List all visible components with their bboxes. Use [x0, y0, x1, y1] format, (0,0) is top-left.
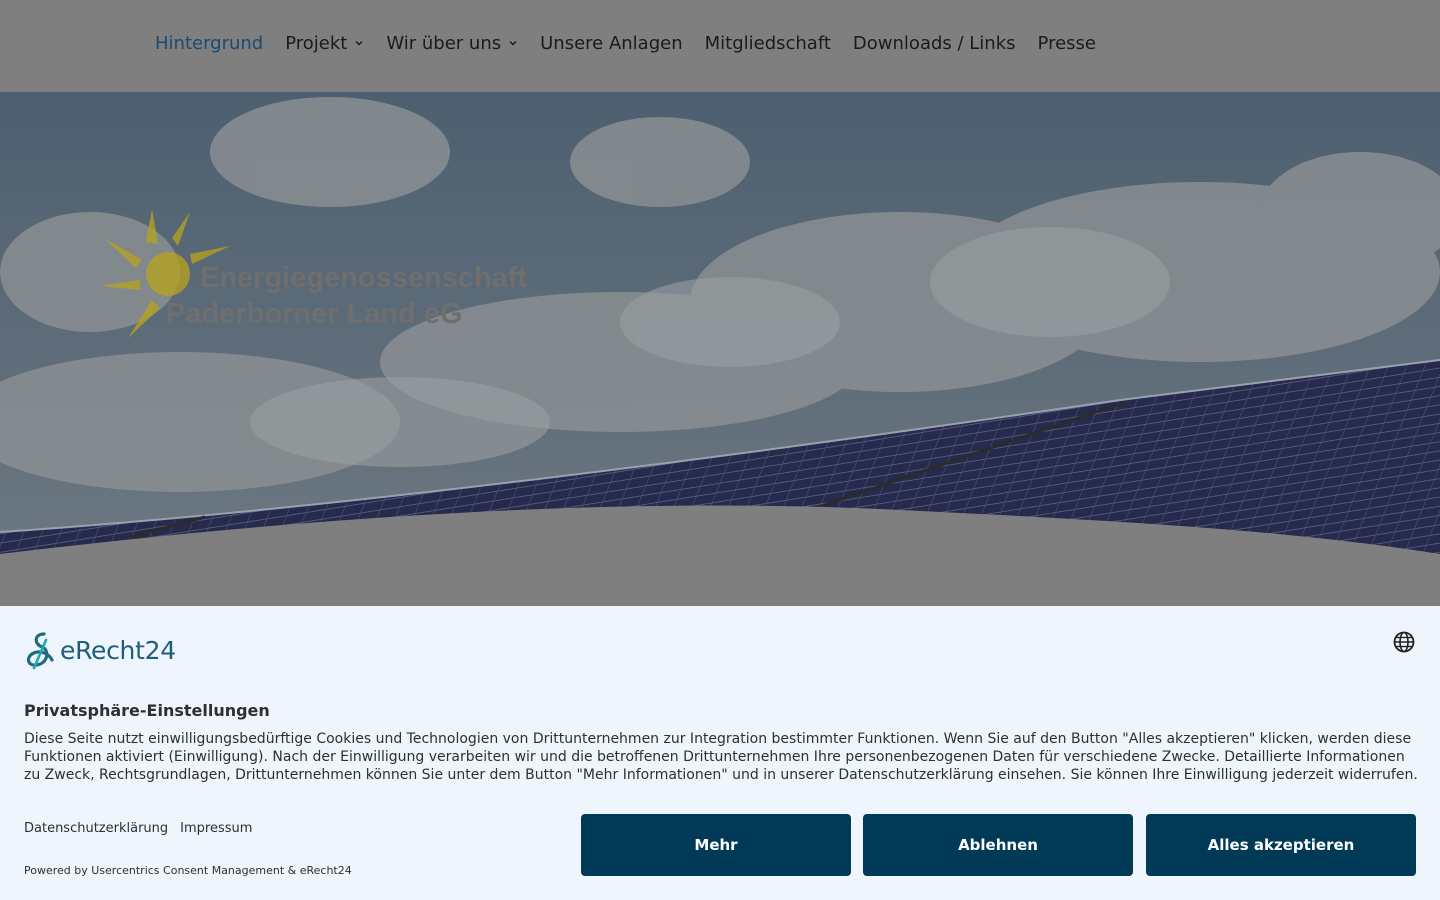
hero-banner: Energiegenossenschaft Paderborner Land e…: [0, 92, 1440, 606]
hero-background-image: [0, 92, 1440, 606]
site-logo[interactable]: Energiegenossenschaft Paderborner Land e…: [100, 204, 550, 344]
nav-item-label: Downloads / Links: [852, 32, 1016, 54]
logo-name-line2: Paderborner Land eG: [166, 298, 463, 330]
consent-title: Privatsphäre-Einstellungen: [24, 701, 270, 720]
imprint-link[interactable]: Impressum: [180, 821, 252, 836]
globe-icon[interactable]: [1393, 631, 1415, 653]
nav-item-wir-ueber-uns[interactable]: Wir über uns: [386, 33, 518, 54]
nav-item-hintergrund[interactable]: Hintergrund: [155, 33, 263, 54]
privacy-policy-link[interactable]: Datenschutzerklärung: [24, 821, 168, 836]
powered-by-text: Powered by Usercentrics Consent Manageme…: [24, 864, 352, 877]
chevron-down-icon: [509, 40, 517, 46]
deny-button[interactable]: Ablehnen: [863, 814, 1133, 876]
consent-description: Diese Seite nutzt einwilligungsbedürftig…: [24, 731, 1418, 783]
erecht24-brand: eRecht24: [24, 630, 176, 670]
consent-links: Datenschutzerklärung Impressum: [24, 821, 264, 836]
nav-item-mitgliedschaft[interactable]: Mitgliedschaft: [705, 33, 831, 54]
nav-item-label: Unsere Anlagen: [540, 32, 683, 54]
nav-item-label: Wir über uns: [386, 32, 502, 54]
logo-name-line1: Energiegenossenschaft: [200, 262, 528, 294]
main-nav: Hintergrund Projekt Wir über uns Unsere …: [155, 30, 1118, 56]
nav-item-presse[interactable]: Presse: [1038, 33, 1096, 54]
more-button[interactable]: Mehr: [581, 814, 851, 876]
nav-item-label: Mitgliedschaft: [704, 32, 831, 54]
brand-name: eRecht24: [60, 635, 176, 665]
nav-item-label: Hintergrund: [155, 32, 264, 54]
nav-item-projekt[interactable]: Projekt: [285, 33, 364, 54]
site-header: Hintergrund Projekt Wir über uns Unsere …: [0, 0, 1440, 92]
cookie-consent-banner: eRecht24 Privatsphäre-Einstellungen Dies…: [0, 606, 1440, 900]
erecht24-logo-icon: [26, 632, 54, 670]
accept-all-button[interactable]: Alles akzeptieren: [1146, 814, 1416, 876]
nav-item-label: Projekt: [285, 32, 348, 54]
nav-item-label: Presse: [1037, 32, 1096, 54]
nav-item-unsere-anlagen[interactable]: Unsere Anlagen: [540, 33, 683, 54]
nav-item-downloads-links[interactable]: Downloads / Links: [853, 33, 1016, 54]
chevron-down-icon: [355, 40, 363, 46]
